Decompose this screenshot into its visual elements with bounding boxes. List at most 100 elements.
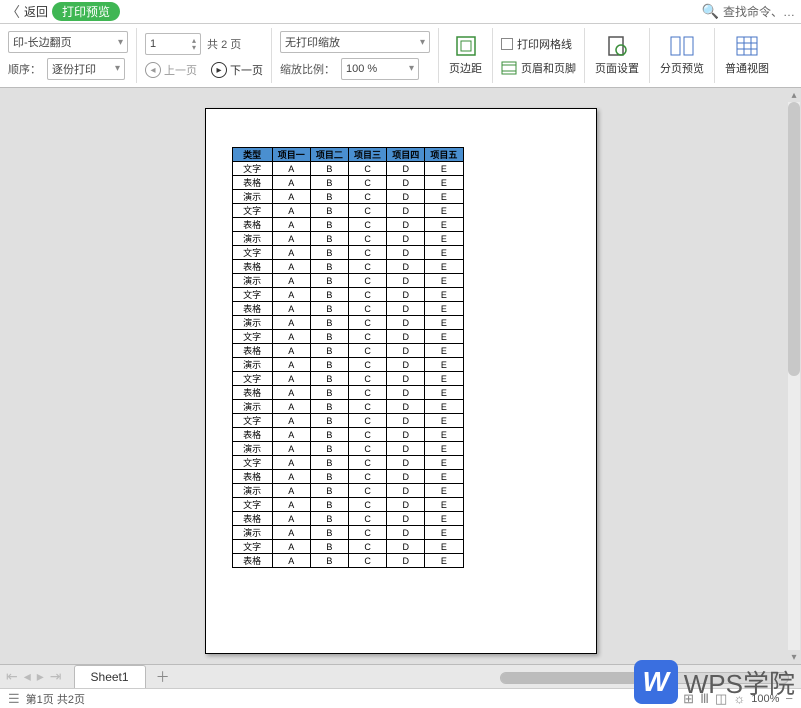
view-mode-3-icon[interactable]: Ⅲ: [700, 691, 709, 707]
table-cell: A: [272, 274, 310, 288]
table-cell: B: [310, 288, 348, 302]
table-cell: E: [425, 232, 463, 246]
table-cell: A: [272, 316, 310, 330]
table-row: 表格ABCDE: [232, 260, 463, 274]
row-label: 演示: [232, 316, 272, 330]
table-cell: E: [425, 274, 463, 288]
page-break-button[interactable]: 分页预览: [650, 28, 715, 83]
checkbox-icon: [501, 38, 513, 50]
tab-prev-icon[interactable]: ◂: [24, 668, 31, 685]
order-select[interactable]: 逐份打印 ▾: [47, 58, 125, 80]
status-menu-icon[interactable]: ☰: [8, 691, 20, 707]
margin-button[interactable]: 页边距: [439, 28, 493, 83]
table-header: 项目一: [272, 148, 310, 162]
tab-sheet1[interactable]: Sheet1: [74, 665, 146, 688]
table-cell: A: [272, 218, 310, 232]
brightness-icon[interactable]: ☼: [733, 691, 745, 706]
table-cell: B: [310, 176, 348, 190]
next-page-button[interactable]: ▸ 下一页: [211, 62, 263, 78]
page-setup-button[interactable]: 页面设置: [585, 28, 650, 83]
normal-view-button[interactable]: 普通视图: [715, 28, 779, 83]
table-cell: A: [272, 498, 310, 512]
tab-first-icon[interactable]: ⇤: [6, 668, 18, 685]
back-label[interactable]: 返回: [24, 3, 48, 20]
row-label: 表格: [232, 386, 272, 400]
zoom-select[interactable]: 100 % ▾: [341, 58, 419, 80]
table-cell: B: [310, 526, 348, 540]
scroll-down-arrow-icon[interactable]: ▾: [787, 650, 801, 664]
row-label: 文字: [232, 204, 272, 218]
flip-select-value: 印-长边翻页: [13, 34, 72, 50]
scroll-up-arrow-icon[interactable]: ▴: [787, 88, 801, 102]
horizontal-scrollbar[interactable]: [180, 665, 801, 688]
scrollbar-track[interactable]: [788, 102, 800, 650]
view-mode-2-icon[interactable]: ⊞: [683, 691, 694, 707]
page-number-input[interactable]: 1 ▴▾: [145, 33, 201, 55]
table-cell: E: [425, 288, 463, 302]
table-cell: C: [348, 302, 386, 316]
tab-last-icon[interactable]: ⇥: [50, 668, 62, 685]
status-zoom[interactable]: 100%: [751, 693, 779, 705]
table-cell: B: [310, 260, 348, 274]
table-cell: B: [310, 456, 348, 470]
table-row: 文字ABCDE: [232, 498, 463, 512]
order-label: 顺序：: [8, 61, 41, 77]
table-row: 演示ABCDE: [232, 190, 463, 204]
prev-page-button: ◂ 上一页: [145, 62, 197, 78]
row-label: 表格: [232, 554, 272, 568]
table-cell: A: [272, 344, 310, 358]
table-cell: B: [310, 414, 348, 428]
search-placeholder[interactable]: 查找命令、…: [723, 3, 795, 20]
table-cell: E: [425, 484, 463, 498]
table-cell: D: [387, 428, 425, 442]
table-cell: D: [387, 260, 425, 274]
table-cell: C: [348, 428, 386, 442]
page-total: 共 2 页: [207, 36, 241, 52]
view-mode-4-icon[interactable]: ◫: [715, 691, 727, 707]
search-icon[interactable]: 🔍: [702, 3, 719, 20]
table-header: 类型: [232, 148, 272, 162]
table-header: 项目二: [310, 148, 348, 162]
normal-view-icon: [735, 35, 759, 57]
table-cell: E: [425, 246, 463, 260]
vertical-scrollbar[interactable]: ▴ ▾: [787, 88, 801, 664]
header-footer-button[interactable]: 页眉和页脚: [501, 60, 576, 76]
gridlines-checkbox[interactable]: 打印网格线: [501, 36, 576, 52]
table-cell: B: [310, 232, 348, 246]
table-cell: E: [425, 330, 463, 344]
table-cell: C: [348, 274, 386, 288]
zoom-out-icon[interactable]: −: [785, 691, 793, 706]
table-cell: D: [387, 358, 425, 372]
table-cell: A: [272, 288, 310, 302]
tab-next-icon[interactable]: ▸: [37, 668, 44, 685]
scrollbar-thumb[interactable]: [788, 102, 800, 376]
table-cell: B: [310, 442, 348, 456]
table-row: 演示ABCDE: [232, 526, 463, 540]
normal-view-label: 普通视图: [725, 60, 769, 76]
view-mode-1-icon[interactable]: ▭: [665, 691, 677, 707]
page-wrapper: 类型项目一项目二项目三项目四项目五 文字ABCDE表格ABCDE演示ABCDE文…: [205, 108, 597, 654]
table-cell: C: [348, 190, 386, 204]
sheet-tab-bar: ⇤ ◂ ▸ ⇥ Sheet1 ＋: [0, 664, 801, 688]
scale-select[interactable]: 无打印缩放 ▾: [280, 31, 430, 53]
table-cell: B: [310, 218, 348, 232]
back-arrow-icon[interactable]: 〈: [6, 2, 20, 22]
add-sheet-button[interactable]: ＋: [146, 665, 180, 688]
preview-page-1: 类型项目一项目二项目三项目四项目五 文字ABCDE表格ABCDE演示ABCDE文…: [205, 108, 597, 654]
table-cell: C: [348, 176, 386, 190]
next-arrow-icon: ▸: [211, 62, 227, 78]
table-header: 项目三: [348, 148, 386, 162]
table-cell: B: [310, 358, 348, 372]
table-cell: C: [348, 540, 386, 554]
table-cell: C: [348, 288, 386, 302]
table-row: 演示ABCDE: [232, 316, 463, 330]
row-label: 表格: [232, 470, 272, 484]
table-cell: B: [310, 512, 348, 526]
flip-select[interactable]: 印-长边翻页 ▾: [8, 31, 128, 53]
table-row: 表格ABCDE: [232, 176, 463, 190]
table-row: 文字ABCDE: [232, 162, 463, 176]
table-cell: C: [348, 260, 386, 274]
zoom-value: 100 %: [346, 63, 377, 75]
table-cell: E: [425, 302, 463, 316]
table-row: 演示ABCDE: [232, 232, 463, 246]
